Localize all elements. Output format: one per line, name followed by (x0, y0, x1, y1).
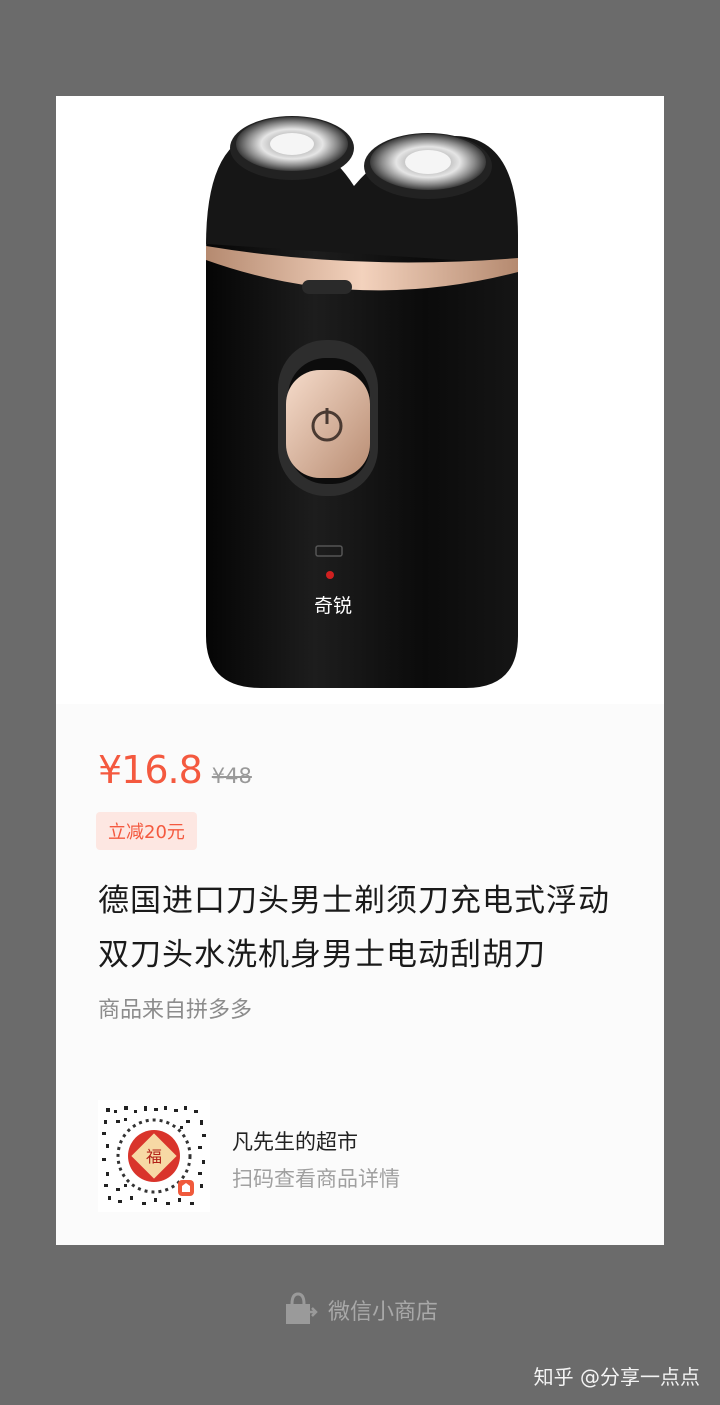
shopping-bag-icon (285, 1292, 318, 1324)
scan-hint: 扫码查看商品详情 (232, 1167, 400, 1191)
product-source: 商品来自拼多多 (98, 998, 253, 1023)
footer-brand-label: 微信小商店 (327, 1300, 438, 1325)
shop-name: 凡先生的超市 (232, 1130, 358, 1154)
original-price: ¥48 (211, 764, 252, 788)
price-row: ¥16.8 ¥48 (98, 748, 252, 792)
electric-shaver-illustration: 奇锐 (206, 116, 518, 689)
qr-code-graphic: 福 (98, 1100, 210, 1212)
footer-brand: 微信小商店 (0, 1292, 720, 1328)
discount-badge: 立减20元 (96, 812, 197, 850)
product-card[interactable]: 奇锐 ¥16.8 ¥48 立减20元 德国进口刀头男士剃须刀充电式浮动双刀头水洗… (56, 96, 664, 1245)
shaver-brand-text: 奇锐 (314, 595, 352, 617)
watermark: 知乎 @分享一点点 (533, 1365, 700, 1389)
product-image[interactable]: 奇锐 (56, 96, 664, 704)
current-price: ¥16.8 (98, 748, 203, 792)
product-title: 德国进口刀头男士剃须刀充电式浮动双刀头水洗机身男士电动刮胡刀 (98, 883, 610, 973)
qr-code[interactable]: 福 (98, 1100, 210, 1212)
qr-center-char: 福 (146, 1147, 162, 1166)
